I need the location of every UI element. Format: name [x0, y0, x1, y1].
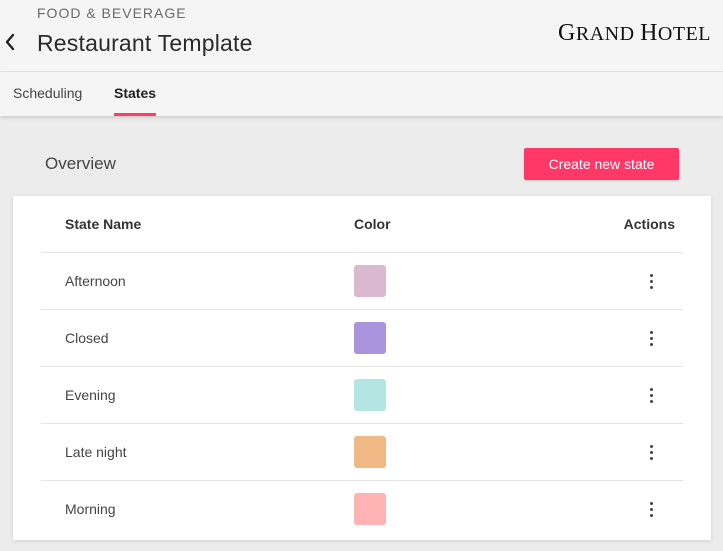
table-row: Afternoon [41, 253, 683, 310]
table-row: Evening [41, 367, 683, 424]
column-header-state-name: State Name [65, 216, 142, 232]
more-vertical-icon[interactable] [641, 440, 661, 464]
more-vertical-icon[interactable] [641, 383, 661, 407]
more-vertical-icon[interactable] [641, 269, 661, 293]
menu-dot [649, 336, 653, 340]
state-name-cell: Closed [65, 330, 109, 346]
color-swatch [354, 436, 386, 468]
state-name-cell: Afternoon [65, 273, 126, 289]
tab-bar: Scheduling States [0, 72, 723, 116]
chevron-left-icon [5, 33, 15, 51]
create-new-state-button[interactable]: Create new state [524, 148, 679, 180]
page-header: FOOD & BEVERAGE Restaurant Template GRAN… [0, 0, 723, 72]
menu-dot [649, 450, 653, 454]
tab-states[interactable]: States [114, 85, 157, 116]
tab-scheduling[interactable]: Scheduling [13, 85, 82, 116]
color-swatch [354, 379, 386, 411]
column-header-color: Color [354, 216, 391, 232]
menu-dot [649, 501, 653, 505]
grand-hotel-logo: GRAND HOTEL [558, 20, 711, 46]
menu-dot [649, 507, 653, 511]
menu-dot [649, 273, 653, 277]
table-row: Late night [41, 424, 683, 481]
more-vertical-icon[interactable] [641, 497, 661, 521]
menu-dot [649, 399, 653, 403]
state-name-cell: Morning [65, 501, 116, 517]
menu-dot [649, 513, 653, 517]
menu-dot [649, 444, 653, 448]
column-header-actions: Actions [623, 216, 675, 232]
menu-dot [649, 330, 653, 334]
table-row: Morning [41, 481, 683, 538]
state-name-cell: Evening [65, 387, 116, 403]
states-table: State Name Color Actions Afternoon Closed… [13, 196, 711, 540]
menu-dot [649, 456, 653, 460]
page-title: Restaurant Template [37, 30, 253, 56]
color-swatch [354, 493, 386, 525]
more-vertical-icon[interactable] [641, 326, 661, 350]
back-button[interactable] [2, 30, 18, 54]
menu-dot [649, 393, 653, 397]
menu-dot [649, 387, 653, 391]
table-row: Closed [41, 310, 683, 367]
menu-dot [649, 279, 653, 283]
color-swatch [354, 322, 386, 354]
overview-heading: Overview [45, 154, 116, 173]
menu-dot [649, 342, 653, 346]
breadcrumb-category: FOOD & BEVERAGE [37, 5, 187, 21]
state-name-cell: Late night [65, 444, 127, 460]
color-swatch [354, 265, 386, 297]
table-header: State Name Color Actions [41, 196, 683, 253]
menu-dot [649, 285, 653, 289]
